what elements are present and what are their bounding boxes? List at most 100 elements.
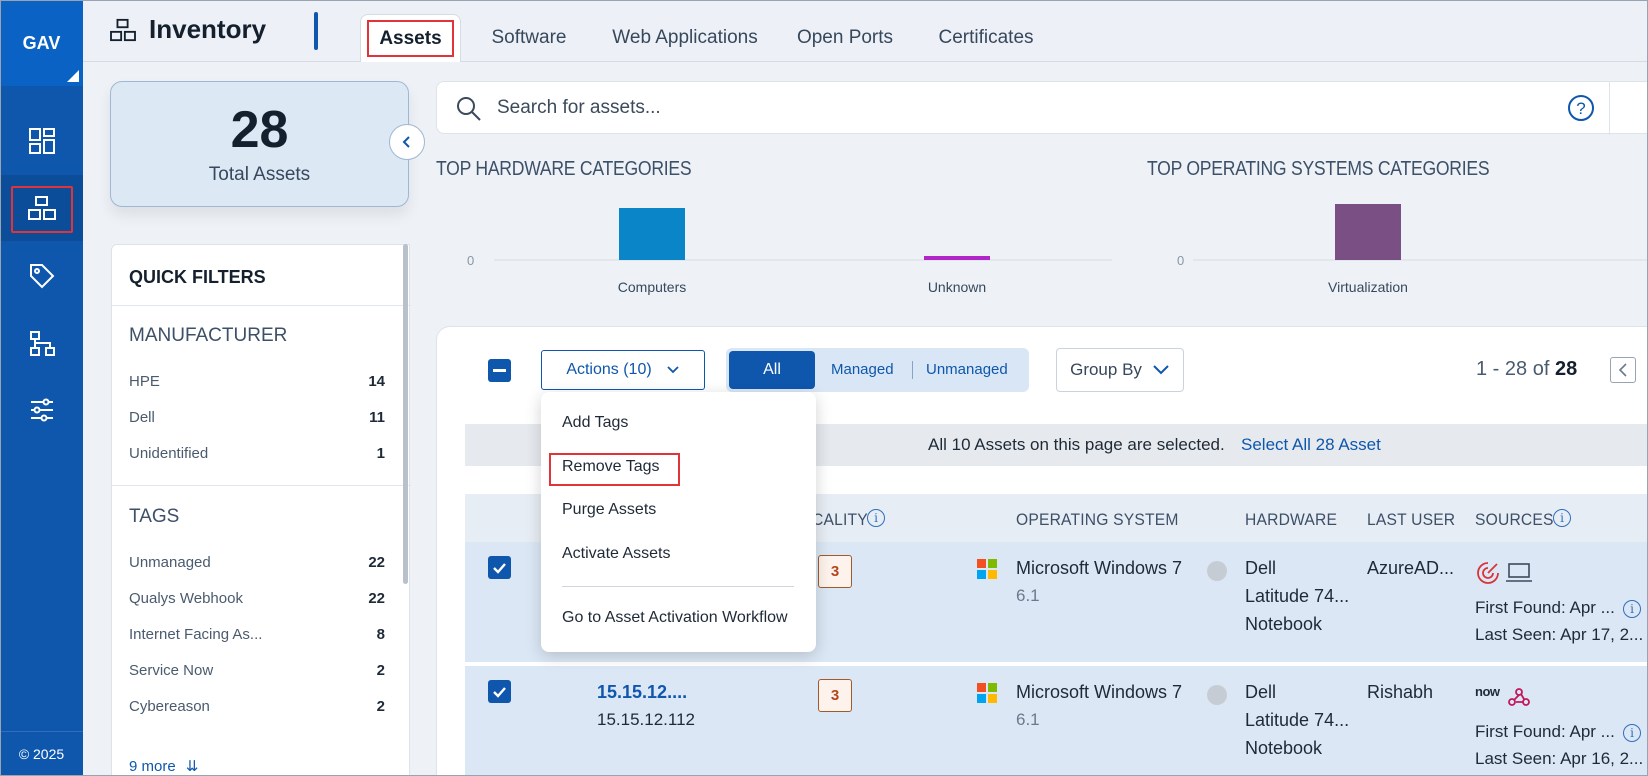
tab-label: Software xyxy=(491,27,567,48)
group-by-label: Group By xyxy=(1070,360,1142,379)
last-user-cell: AzureAD... xyxy=(1367,558,1455,578)
group-by-dropdown[interactable]: Group By xyxy=(1056,348,1184,392)
asset-ip: 15.15.12.112 xyxy=(597,710,695,729)
menu-item-add-tags[interactable]: Add Tags xyxy=(562,414,628,432)
menu-item-purge-assets[interactable]: Purge Assets xyxy=(562,501,656,519)
tab-open-ports[interactable]: Open Ports xyxy=(785,14,905,62)
asset-name-cell: 15.15.12.... 15.15.12.112 xyxy=(597,678,695,734)
last-seen: Last Seen: Apr 17, 2... xyxy=(1475,625,1644,644)
hardware-model: Latitude 74... xyxy=(1245,710,1350,730)
chevron-left-icon xyxy=(1618,363,1627,377)
asset-name-link[interactable]: 15.15.12.... xyxy=(597,678,695,706)
minus-icon xyxy=(493,368,506,372)
filter-item[interactable]: Qualys Webhook 22 xyxy=(129,590,385,607)
filters-scrollbar[interactable] xyxy=(403,244,408,584)
collapse-panel-button[interactable] xyxy=(389,124,425,160)
sidebar-item-inventory[interactable] xyxy=(0,175,83,241)
search-icon xyxy=(457,97,481,121)
criticality-badge: 3 xyxy=(818,679,852,712)
tags-title: TAGS xyxy=(129,506,180,527)
filter-count: 14 xyxy=(368,373,385,390)
category-label: Unknown xyxy=(928,279,986,295)
column-hardware[interactable]: HARDWARE xyxy=(1245,510,1337,530)
os-cell: Microsoft Windows 7 6.1 xyxy=(1016,554,1182,610)
table-row[interactable]: 15.15.12.... 15.15.12.112 3 Microsoft Wi… xyxy=(465,666,1648,776)
menu-item-remove-tags[interactable]: Remove Tags xyxy=(562,458,660,476)
filter-item[interactable]: Internet Facing As... 8 xyxy=(129,626,385,643)
bar-virtualization xyxy=(1335,204,1401,260)
y-tick-label: 0 xyxy=(467,253,474,268)
filter-count: 1 xyxy=(376,445,385,462)
filter-unmanaged-button[interactable]: Unmanaged xyxy=(926,361,1008,378)
column-operating-system[interactable]: OPERATING SYSTEM xyxy=(1016,510,1179,530)
hardware-type: Notebook xyxy=(1245,738,1323,758)
os-chart-title: TOP OPERATING SYSTEMS CATEGORIES xyxy=(1147,158,1490,180)
quick-filters-title: QUICK FILTERS xyxy=(129,267,266,287)
filter-managed-button[interactable]: Managed xyxy=(831,361,894,378)
category-label: Virtualization xyxy=(1328,279,1408,295)
tab-software[interactable]: Software xyxy=(474,14,584,62)
tab-web-applications[interactable]: Web Applications xyxy=(595,14,775,62)
menu-item-activation-workflow[interactable]: Go to Asset Activation Workflow xyxy=(562,609,788,627)
actions-label: Actions (10) xyxy=(566,361,652,378)
manufacturer-title: MANUFACTURER xyxy=(129,325,288,346)
chevron-double-down-icon: ⇊ xyxy=(185,758,199,775)
total-assets-card: 28 Total Assets xyxy=(110,81,409,207)
help-icon[interactable]: ? xyxy=(1567,94,1595,122)
info-icon[interactable]: i xyxy=(1553,509,1571,527)
menu-item-activate-assets[interactable]: Activate Assets xyxy=(562,545,671,563)
sidebar-item-settings[interactable] xyxy=(0,377,83,443)
column-last-user[interactable]: LAST USER xyxy=(1367,510,1455,530)
filter-item[interactable]: Service Now 2 xyxy=(129,662,385,679)
actions-menu: Add Tags Remove Tags Purge Assets Activa… xyxy=(541,392,816,652)
info-icon[interactable]: i xyxy=(867,509,885,527)
select-all-link[interactable]: Select All 28 Asset xyxy=(1241,435,1381,455)
tab-label: Web Applications xyxy=(612,27,758,48)
info-icon[interactable]: i xyxy=(1623,724,1641,742)
hardware-chart: 0 Computers Unknown xyxy=(467,208,1112,295)
last-user-cell: Rishabh xyxy=(1367,682,1434,702)
check-icon xyxy=(493,562,506,574)
sidebar-item-dashboard[interactable] xyxy=(0,108,83,174)
highlight-box xyxy=(367,20,454,57)
sources-dates: First Found: Apr ... Last Seen: Apr 16, … xyxy=(1475,718,1643,772)
search-input[interactable] xyxy=(497,94,1397,122)
filter-item[interactable]: Unmanaged 22 xyxy=(129,554,385,571)
row-checkbox[interactable] xyxy=(488,680,511,703)
column-criticality[interactable]: CALITY xyxy=(812,510,868,530)
first-found: First Found: Apr ... xyxy=(1475,598,1615,617)
quick-filters-panel: QUICK FILTERS MANUFACTURER HPE 14 Dell 1… xyxy=(111,244,411,776)
bar-computers xyxy=(619,208,685,260)
filter-item[interactable]: Dell 11 xyxy=(129,409,385,426)
filter-label: Dell xyxy=(129,409,155,426)
app-logo[interactable]: GAV xyxy=(0,0,83,86)
sources-dates: First Found: Apr ... Last Seen: Apr 17, … xyxy=(1475,594,1643,648)
criticality-badge: 3 xyxy=(818,555,852,588)
hardware-vendor: Dell xyxy=(1245,558,1277,578)
info-icon[interactable]: i xyxy=(1623,600,1641,618)
filter-item[interactable]: Cybereason 2 xyxy=(129,698,385,715)
actions-button[interactable]: Actions (10) xyxy=(541,350,705,390)
row-checkbox[interactable] xyxy=(488,556,511,579)
copyright: © 2025 xyxy=(0,731,83,776)
filter-item[interactable]: Unidentified 1 xyxy=(129,445,385,462)
tab-certificates[interactable]: Certificates xyxy=(916,14,1056,62)
chevron-left-icon xyxy=(402,136,410,148)
column-sources[interactable]: SOURCES xyxy=(1475,510,1554,530)
divider xyxy=(112,485,411,486)
hardware-chart-title: TOP HARDWARE CATEGORIES xyxy=(436,158,692,180)
hardware-type: Notebook xyxy=(1245,614,1323,634)
sidebar-item-network[interactable] xyxy=(0,310,83,376)
filter-item[interactable]: HPE 14 xyxy=(129,373,385,390)
select-all-checkbox[interactable] xyxy=(488,359,511,382)
hardware-cell: Dell Latitude 74... Notebook xyxy=(1245,554,1349,638)
show-more-tags-link[interactable]: 9 more ⇊ xyxy=(129,757,198,775)
logo-text: GAV xyxy=(22,32,61,53)
filter-label: Unmanaged xyxy=(129,554,211,571)
page-title-text: Inventory xyxy=(149,14,267,44)
filter-all-button[interactable]: All xyxy=(729,351,815,389)
sidebar-item-tags[interactable] xyxy=(0,243,83,309)
page-title: Inventory xyxy=(109,14,266,45)
previous-page-button[interactable] xyxy=(1610,357,1636,383)
tab-assets[interactable]: Assets xyxy=(360,14,461,62)
